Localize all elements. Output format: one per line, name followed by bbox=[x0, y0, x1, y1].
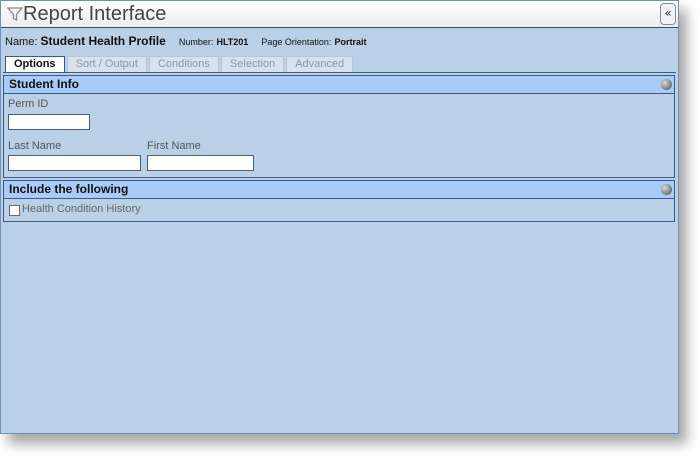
first-name-label: First Name bbox=[147, 140, 201, 152]
filter-icon bbox=[7, 7, 23, 22]
student-info-section: Student Info Perm ID Last Name First Nam… bbox=[3, 75, 675, 178]
report-name-label: Name: bbox=[5, 36, 38, 48]
tab-divider bbox=[3, 72, 676, 73]
tab-options[interactable]: Options bbox=[5, 56, 65, 72]
tab-selection[interactable]: Selection bbox=[220, 56, 285, 72]
report-interface-window: Report Interface « Name: Student Health … bbox=[0, 0, 679, 434]
perm-id-input[interactable] bbox=[8, 114, 90, 130]
health-condition-history-checkbox[interactable] bbox=[9, 205, 20, 216]
page-orientation-label: Page Orientation: bbox=[261, 37, 332, 47]
perm-id-label: Perm ID bbox=[8, 98, 49, 110]
include-header: Include the following bbox=[4, 181, 674, 199]
report-number-value: HLT201 bbox=[216, 37, 249, 47]
student-info-header: Student Info bbox=[4, 76, 674, 94]
page-orientation-value: Portrait bbox=[334, 37, 367, 47]
report-name-value: Student Health Profile bbox=[40, 34, 166, 48]
report-info-bar: Name: Student Health Profile Number: HLT… bbox=[5, 34, 366, 48]
include-section: Include the following Health Condition H… bbox=[3, 180, 675, 222]
first-name-input[interactable] bbox=[147, 155, 254, 171]
titlebar: Report Interface « bbox=[1, 1, 678, 28]
tab-sort-output[interactable]: Sort / Output bbox=[66, 56, 147, 72]
circle-toggle-icon[interactable] bbox=[661, 79, 672, 90]
last-name-label: Last Name bbox=[8, 140, 62, 152]
health-condition-history-label[interactable]: Health Condition History bbox=[22, 203, 141, 215]
tab-advanced[interactable]: Advanced bbox=[286, 56, 354, 72]
report-number-label: Number: bbox=[178, 37, 214, 47]
tab-bar: Options Sort / Output Conditions Selecti… bbox=[5, 56, 355, 72]
circle-toggle-icon[interactable] bbox=[661, 184, 672, 195]
last-name-input[interactable] bbox=[8, 155, 141, 171]
tab-conditions[interactable]: Conditions bbox=[148, 56, 219, 72]
window-title: Report Interface bbox=[23, 3, 167, 25]
collapse-icon[interactable]: « bbox=[660, 3, 676, 25]
